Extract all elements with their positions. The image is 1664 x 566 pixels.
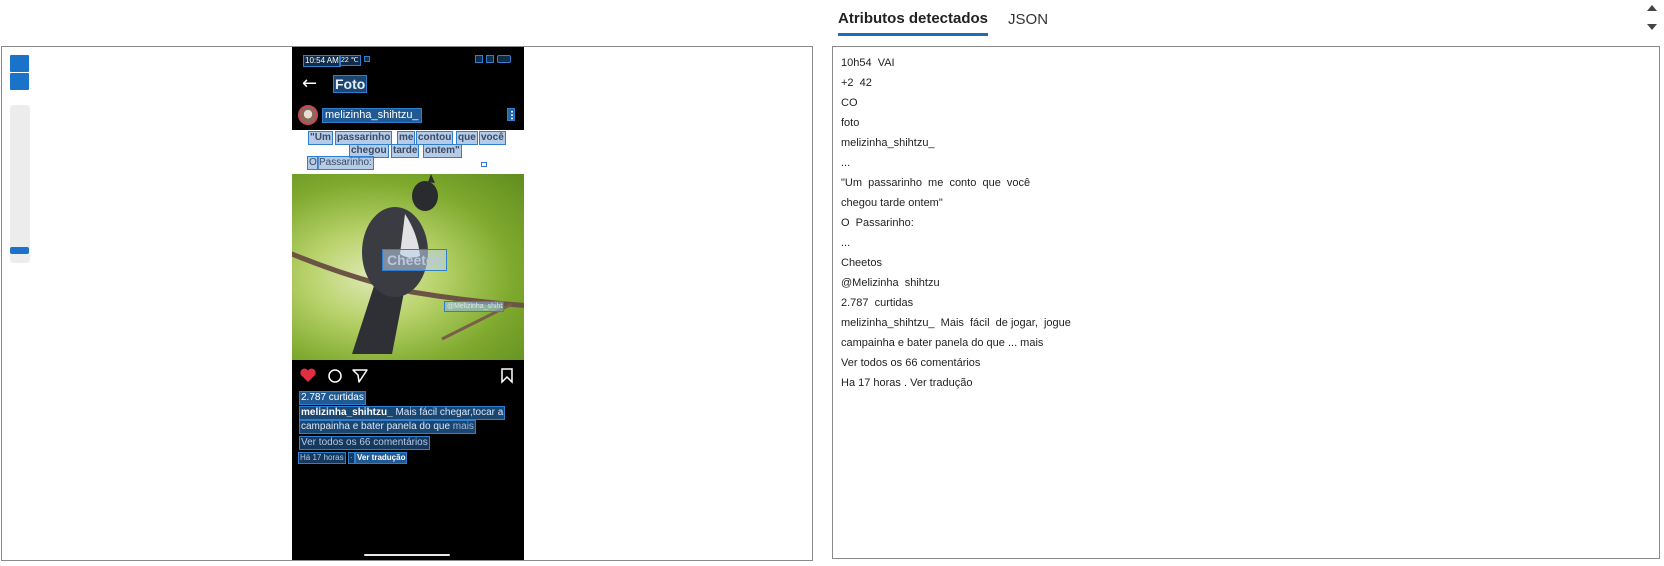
scroll-up-icon[interactable] (1647, 5, 1657, 11)
signal-icon (486, 55, 494, 63)
photo-tag: @Melizinha_shihtzu (444, 301, 504, 312)
page-scrollbar[interactable] (1645, 0, 1659, 36)
caption-signature: Passarinho: (317, 156, 374, 170)
caption-image: "Um passarinho me contou que você chegou… (292, 130, 524, 174)
status-time: 10:54 AM (303, 55, 341, 67)
attribute-line: "Um passarinho me conto que você (841, 177, 1031, 189)
tab-json[interactable]: JSON (1008, 11, 1048, 36)
separator-dot: · (348, 452, 355, 464)
attribute-line: Ha 17 horas . Ver tradução (841, 377, 973, 389)
action-bar (292, 365, 524, 385)
attribute-line: 2.787 curtidas (841, 297, 914, 309)
battery-icon (497, 55, 511, 63)
zoom-slider[interactable] (10, 105, 30, 263)
description-username[interactable]: melizinha_shihtzu_ (301, 407, 393, 418)
back-arrow-icon[interactable]: ← (302, 73, 317, 94)
tab-bar: Atributos detectados JSON (838, 0, 1068, 36)
zoom-controls (10, 55, 30, 91)
attribute-line: ... (841, 157, 851, 169)
image-viewer: 10:54 AM 22 ℃ ← Foto melizinha_shihtzu_ … (1, 46, 813, 561)
likes-count[interactable]: 2.787 curtidas (299, 391, 366, 405)
home-indicator[interactable] (364, 554, 450, 556)
see-translation-link[interactable]: Ver tradução (355, 452, 408, 464)
attribute-line: CO (841, 97, 858, 109)
attribute-line: foto (841, 117, 860, 129)
zoom-in-icon[interactable] (10, 55, 29, 72)
attribute-line: melizinha_shihtzu_ (841, 137, 935, 149)
bookmark-icon[interactable] (501, 368, 513, 384)
description-line-1: melizinha_shihtzu_ Mais fácil chegar,toc… (299, 406, 506, 420)
description-line-2: campainha e bater panela do que mais (299, 420, 476, 434)
caption-word: tarde (391, 144, 420, 158)
attribute-line: melizinha_shihtzu_ Mais fácil de jogar, … (841, 317, 1071, 329)
status-icons (475, 55, 511, 63)
caption-mark (481, 162, 487, 167)
attribute-line: ... (841, 237, 851, 249)
tab-detected-attributes[interactable]: Atributos detectados (838, 10, 989, 36)
description-text-1: Mais fácil chegar,tocar a (395, 407, 504, 418)
attribute-line: Ver todos os 66 comentários (841, 357, 981, 369)
status-notification-icon (364, 56, 370, 62)
caption-word: ontem" (423, 144, 462, 158)
zoom-out-icon[interactable] (10, 73, 29, 90)
scroll-down-icon[interactable] (1647, 24, 1657, 30)
more-link[interactable]: mais (453, 421, 474, 432)
wifi-icon (475, 55, 483, 63)
attribute-line: campainha e bater panela do que ... mais (841, 337, 1044, 349)
attribute-line: +2 42 (841, 77, 872, 89)
photo-label-cheetos: Cheetos (382, 249, 448, 271)
post-time: Há 17 horas (298, 452, 346, 464)
avatar[interactable] (298, 105, 318, 125)
caption-word: você (479, 131, 506, 145)
attribute-line: chegou tarde ontem" (841, 197, 943, 209)
share-icon[interactable] (352, 369, 368, 383)
zoom-slider-handle[interactable] (10, 247, 29, 254)
caption-word: passarinho (335, 131, 393, 145)
comment-icon[interactable] (328, 369, 342, 383)
more-options-icon[interactable] (507, 108, 515, 121)
status-temperature: 22 ℃ (339, 55, 361, 66)
attribute-line: Cheetos (841, 257, 882, 269)
attribute-line: @Melizinha shihtzu (841, 277, 940, 289)
attributes-panel: 10h54 VAI +2 42 CO foto melizinha_shihtz… (832, 46, 1660, 559)
attribute-line: O Passarinho: (841, 217, 914, 229)
description-text-2: campainha e bater panela do que (301, 421, 451, 432)
view-comments-link[interactable]: Ver todos os 66 comentários (299, 436, 430, 450)
attribute-line: 10h54 VAI (841, 57, 895, 69)
post-username[interactable]: melizinha_shihtzu_ (322, 108, 422, 123)
caption-word: me (397, 131, 416, 145)
page-title: Foto (333, 75, 368, 93)
post-photo[interactable]: Cheetos @Melizinha_shihtzu (292, 174, 524, 360)
caption-word: contou (416, 131, 454, 145)
caption-word: que (456, 131, 478, 145)
phone-screenshot: 10:54 AM 22 ℃ ← Foto melizinha_shihtzu_ … (292, 47, 524, 560)
heart-icon[interactable] (300, 368, 316, 382)
caption-word: "Um (308, 131, 333, 145)
